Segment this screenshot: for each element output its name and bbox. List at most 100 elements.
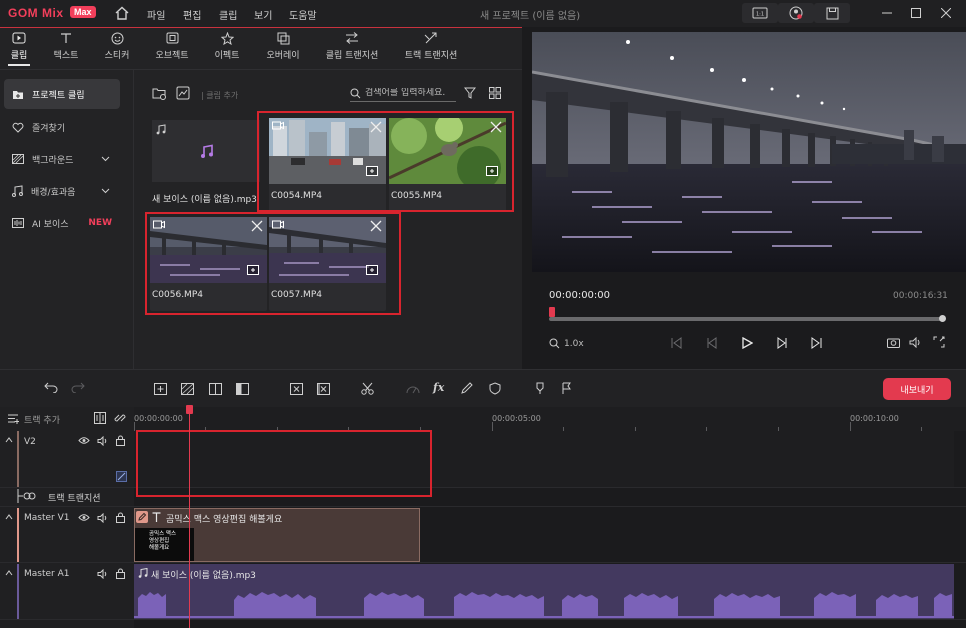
eye-icon[interactable]	[78, 436, 90, 445]
seek-handle[interactable]	[549, 307, 555, 317]
track-name-a1: Master A1	[24, 569, 70, 579]
add-track-label[interactable]: 트랙 추가	[24, 413, 60, 426]
chevron-down-icon[interactable]	[101, 188, 110, 194]
pen-icon[interactable]	[461, 382, 473, 394]
music-icon	[200, 144, 214, 159]
edit-toolbar	[0, 369, 966, 407]
tab-overlay[interactable]: 오버레이	[255, 30, 311, 61]
tab-text[interactable]: 텍스트	[38, 30, 94, 61]
highlight-box	[136, 430, 432, 497]
transition-link-icon[interactable]	[17, 489, 41, 503]
music-icon	[12, 185, 23, 197]
chevron-down-icon[interactable]	[101, 156, 110, 162]
clip-item-audio[interactable]: 새 보이스 (이름 없음).mp3	[152, 120, 269, 214]
playhead[interactable]	[189, 407, 190, 628]
clip-name: 새 보이스 (이름 없음).mp3	[152, 195, 257, 205]
sidebar-item-project-clip[interactable]: 프로젝트 클립	[4, 79, 120, 109]
home-icon[interactable]	[114, 5, 130, 21]
next-frame-icon[interactable]	[776, 337, 788, 349]
skip-to-end-icon[interactable]	[811, 337, 823, 349]
lock-icon[interactable]	[116, 568, 125, 579]
active-tab-indicator	[8, 64, 30, 66]
effect-icon	[199, 30, 255, 46]
trim-icon[interactable]	[236, 383, 249, 395]
delete-clip-icon[interactable]	[290, 383, 303, 395]
snapshot-icon[interactable]	[887, 337, 900, 348]
playhead-handle[interactable]	[186, 405, 193, 414]
tab-object[interactable]: 오브젝트	[144, 30, 200, 61]
lock-icon[interactable]	[116, 512, 125, 523]
minimize-icon[interactable]	[877, 4, 897, 22]
split-track-icon[interactable]	[94, 412, 106, 424]
fullscreen-icon[interactable]	[933, 336, 945, 348]
search-input[interactable]	[365, 88, 451, 98]
track-color-bar	[17, 431, 19, 487]
new-badge: NEW	[88, 218, 112, 228]
menu-file[interactable]: 파일	[147, 7, 165, 22]
speed-icon[interactable]	[406, 383, 420, 394]
menu-view[interactable]: 보기	[254, 7, 272, 22]
account-button[interactable]	[778, 3, 814, 23]
search-field[interactable]	[350, 85, 456, 102]
edit-icon[interactable]	[136, 511, 148, 523]
split-icon[interactable]	[209, 383, 222, 395]
background-icon	[12, 154, 24, 164]
blend-mode-icon[interactable]	[116, 471, 127, 482]
link-icon[interactable]	[114, 412, 126, 424]
aspect-ratio-button[interactable]: 1:1	[742, 3, 778, 23]
tab-clip-transition[interactable]: 클립 트랜지션	[324, 30, 380, 61]
play-icon[interactable]	[741, 337, 753, 349]
volume-icon[interactable]	[97, 436, 108, 446]
flag-icon[interactable]	[561, 382, 571, 395]
filter-icon[interactable]	[464, 87, 476, 99]
delete-gap-icon[interactable]	[317, 383, 330, 395]
zoom-level: 1.0x	[564, 338, 584, 349]
eye-icon[interactable]	[78, 513, 90, 522]
lock-icon[interactable]	[116, 435, 125, 446]
cut-icon[interactable]	[361, 382, 374, 395]
prev-frame-icon[interactable]	[706, 337, 718, 349]
add-folder-icon[interactable]	[152, 86, 167, 100]
seek-bar[interactable]	[549, 317, 945, 321]
zoom-icon	[549, 338, 560, 349]
mask-icon[interactable]	[489, 382, 501, 395]
volume-icon[interactable]	[909, 337, 922, 348]
collapse-icon[interactable]	[5, 437, 13, 443]
tab-effect[interactable]: 이펙트	[199, 30, 255, 61]
collapse-icon[interactable]	[5, 514, 13, 520]
zoom-control[interactable]: 1.0x	[549, 338, 584, 349]
sidebar-item-bgm-sfx[interactable]: 배경/효과음	[4, 176, 120, 206]
window-title: 새 프로젝트 (이름 없음)	[480, 11, 581, 22]
tab-sticker[interactable]: 스티커	[89, 30, 145, 61]
skip-to-start-icon[interactable]	[670, 337, 682, 349]
volume-icon[interactable]	[97, 569, 108, 579]
volume-icon[interactable]	[97, 513, 108, 523]
sidebar-item-background[interactable]: 백그라운드	[4, 144, 120, 174]
track-name-v1: Master V1	[24, 513, 70, 523]
add-track-icon[interactable]	[7, 413, 19, 424]
sticker-icon	[89, 30, 145, 46]
svg-text:1:1: 1:1	[756, 12, 764, 18]
clip-transition-icon	[324, 30, 380, 46]
fx-icon[interactable]: fx	[433, 381, 444, 394]
close-icon[interactable]	[936, 4, 956, 22]
tab-track-transition[interactable]: 트랙 트랜지션	[403, 30, 459, 61]
collapse-icon[interactable]	[5, 570, 13, 576]
redo-icon[interactable]	[71, 381, 85, 393]
export-button[interactable]: 내보내기	[883, 378, 951, 400]
sidebar-item-ai-voice[interactable]: AI 보이스 NEW	[4, 208, 120, 238]
grid-view-icon[interactable]	[489, 87, 501, 99]
menu-clip[interactable]: 클립	[219, 7, 237, 22]
track-color-bar	[17, 564, 19, 619]
add-clip-icon[interactable]	[176, 86, 190, 100]
undo-icon[interactable]	[44, 381, 58, 393]
menu-help[interactable]: 도움말	[289, 7, 317, 22]
object-icon	[144, 30, 200, 46]
marker-icon[interactable]	[535, 382, 545, 395]
add-media-icon[interactable]	[154, 383, 167, 395]
menu-edit[interactable]: 편집	[183, 7, 201, 22]
save-button[interactable]	[814, 3, 850, 23]
sidebar-item-favorites[interactable]: 즐겨찾기	[4, 112, 120, 142]
crop-icon[interactable]	[181, 383, 194, 395]
maximize-icon[interactable]	[906, 4, 926, 22]
